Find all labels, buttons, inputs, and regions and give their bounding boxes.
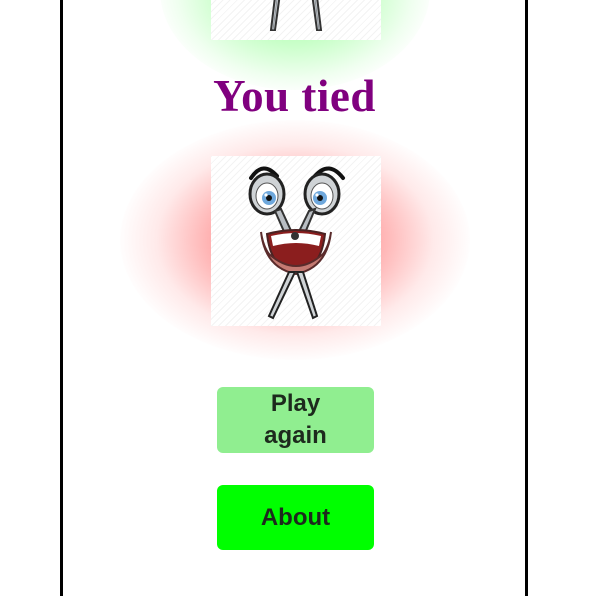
opponent-choice-card (211, 156, 381, 326)
about-button[interactable]: About (217, 485, 374, 550)
play-again-button[interactable]: Play again (217, 387, 374, 453)
result-heading: You tied (213, 71, 376, 121)
scissors-icon (269, 0, 323, 31)
scissors-icon (248, 166, 345, 320)
player-choice-card (211, 0, 381, 40)
